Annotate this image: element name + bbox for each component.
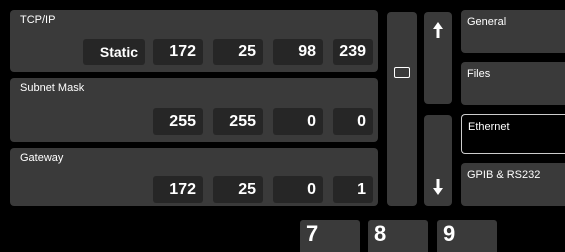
tab-files[interactable]: Files (461, 62, 565, 105)
arrow-down-icon (433, 178, 443, 195)
tab-general[interactable]: General (461, 10, 565, 53)
scrollbar-track[interactable] (387, 12, 417, 206)
subnet-title: Subnet Mask (20, 82, 85, 94)
gateway-octet-2[interactable]: 25 (213, 176, 263, 203)
ip-mode-field[interactable]: Static (83, 39, 145, 65)
subnet-octet-4[interactable]: 0 (333, 108, 373, 135)
subnet-octet-2[interactable]: 255 (213, 108, 263, 135)
key-7[interactable]: 7 (300, 220, 360, 252)
key-9[interactable]: 9 (437, 220, 497, 252)
ip-octet-1[interactable]: 172 (153, 39, 203, 65)
ip-octet-4[interactable]: 239 (333, 39, 373, 65)
tab-ethernet[interactable]: Ethernet (461, 114, 565, 154)
subnet-octet-1[interactable]: 255 (153, 108, 203, 135)
key-8[interactable]: 8 (368, 220, 428, 252)
ip-octet-2[interactable]: 25 (213, 39, 263, 65)
ip-octet-3[interactable]: 98 (273, 39, 323, 65)
gateway-title: Gateway (20, 152, 64, 164)
scroll-up-button[interactable] (424, 12, 452, 104)
arrow-up-icon (433, 22, 443, 38)
tcpip-title: TCP/IP (20, 14, 56, 26)
scrollbar-thumb[interactable] (394, 67, 410, 78)
gateway-octet-3[interactable]: 0 (273, 176, 323, 203)
gateway-octet-4[interactable]: 1 (333, 176, 373, 203)
scroll-down-button[interactable] (424, 115, 452, 206)
subnet-octet-3[interactable]: 0 (273, 108, 323, 135)
gateway-octet-1[interactable]: 172 (153, 176, 203, 203)
tab-gpib-rs232[interactable]: GPIB & RS232 (461, 163, 565, 206)
